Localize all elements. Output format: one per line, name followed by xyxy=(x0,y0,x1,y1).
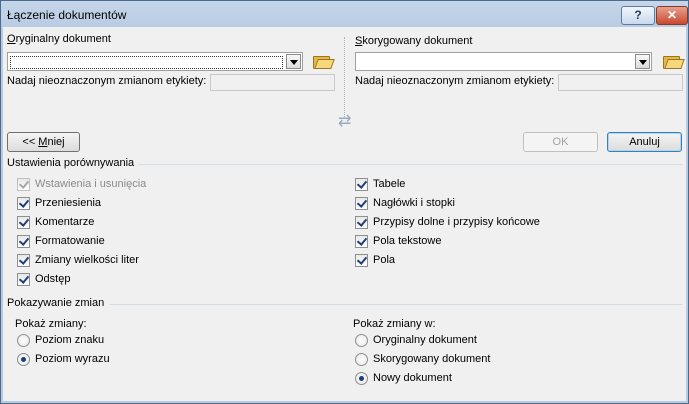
checkbox-label[interactable]: Wstawienia i usunięcia xyxy=(35,178,146,190)
revised-tag-input[interactable] xyxy=(558,74,683,91)
radio-button[interactable] xyxy=(17,334,30,347)
checkbox[interactable] xyxy=(17,197,30,210)
folder-open-icon[interactable] xyxy=(663,54,685,69)
checkbox-label[interactable]: Przeniesienia xyxy=(35,197,101,209)
radio-button[interactable] xyxy=(355,353,368,366)
radio-button[interactable] xyxy=(355,334,368,347)
checkbox-label[interactable]: Komentarze xyxy=(35,216,94,228)
checkbox-label[interactable]: Nagłówki i stopki xyxy=(373,197,455,209)
dialog-body: Oryginalny dokument Nadaj nieoznaczonym … xyxy=(3,27,686,401)
title-bar[interactable]: Łączenie dokumentów ? ✕ xyxy=(1,1,688,27)
show-changes-level-label: Pokaż zmiany: xyxy=(15,318,87,330)
checkbox[interactable] xyxy=(355,235,368,248)
checkbox[interactable] xyxy=(17,216,30,229)
column-divider xyxy=(344,37,346,119)
original-document-combo[interactable] xyxy=(7,52,303,71)
checkbox-label[interactable]: Odstęp xyxy=(35,273,70,285)
folder-open-icon[interactable] xyxy=(313,54,335,69)
checkbox-label[interactable]: Przypisy dolne i przypisy końcowe xyxy=(373,216,540,228)
checkbox[interactable] xyxy=(355,254,368,267)
checkbox-label[interactable]: Formatowanie xyxy=(35,235,105,247)
checkbox-label[interactable]: Pola xyxy=(373,254,395,266)
checkbox-label[interactable]: Pola tekstowe xyxy=(373,235,441,247)
radio-label[interactable]: Skorygowany dokument xyxy=(373,353,490,365)
chevron-down-icon[interactable] xyxy=(286,54,301,69)
comparison-settings-title: Ustawienia porównywania xyxy=(7,157,135,169)
radio-label[interactable]: Oryginalny dokument xyxy=(373,334,477,346)
show-changes-title: Pokazywanie zmian xyxy=(7,297,105,309)
help-button[interactable]: ? xyxy=(621,6,655,25)
revised-document-combo[interactable] xyxy=(355,52,652,71)
checkbox[interactable] xyxy=(17,254,30,267)
radio-button[interactable] xyxy=(355,372,368,385)
chevron-down-icon[interactable] xyxy=(635,54,650,69)
close-button[interactable]: ✕ xyxy=(656,6,688,25)
less-button[interactable]: << Mniej xyxy=(7,132,80,152)
checkbox[interactable] xyxy=(17,235,30,248)
group-separator xyxy=(138,164,683,165)
radio-label[interactable]: Nowy dokument xyxy=(373,372,452,384)
group-separator xyxy=(109,304,683,305)
checkbox-label[interactable]: Tabele xyxy=(373,178,405,190)
checkbox-label[interactable]: Zmiany wielkości liter xyxy=(35,254,139,266)
radio-label[interactable]: Poziom wyrazu xyxy=(35,353,110,365)
checkbox[interactable] xyxy=(355,197,368,210)
ok-button[interactable]: OK xyxy=(523,132,598,152)
radio-label[interactable]: Poziom znaku xyxy=(35,334,104,346)
original-document-label: Oryginalny dokument xyxy=(7,33,111,45)
checkbox[interactable] xyxy=(17,178,30,191)
checkbox[interactable] xyxy=(355,216,368,229)
swap-arrows-icon[interactable]: ⇄ xyxy=(338,111,351,131)
original-tag-label: Nadaj nieoznaczonym zmianom etykiety: xyxy=(7,75,207,87)
original-document-input[interactable] xyxy=(10,56,283,69)
compare-dialog: Łączenie dokumentów ? ✕ Oryginalny dokum… xyxy=(0,0,689,404)
cancel-button[interactable]: Anuluj xyxy=(607,132,682,152)
checkbox[interactable] xyxy=(17,273,30,286)
original-tag-input[interactable] xyxy=(210,74,335,91)
revised-tag-label: Nadaj nieoznaczonym zmianom etykiety: xyxy=(355,75,555,87)
dialog-title: Łączenie dokumentów xyxy=(7,8,127,22)
revised-document-label: Skorygowany dokument xyxy=(355,35,473,47)
radio-button[interactable] xyxy=(17,353,30,366)
checkbox[interactable] xyxy=(355,178,368,191)
show-changes-in-label: Pokaż zmiany w: xyxy=(353,318,436,330)
